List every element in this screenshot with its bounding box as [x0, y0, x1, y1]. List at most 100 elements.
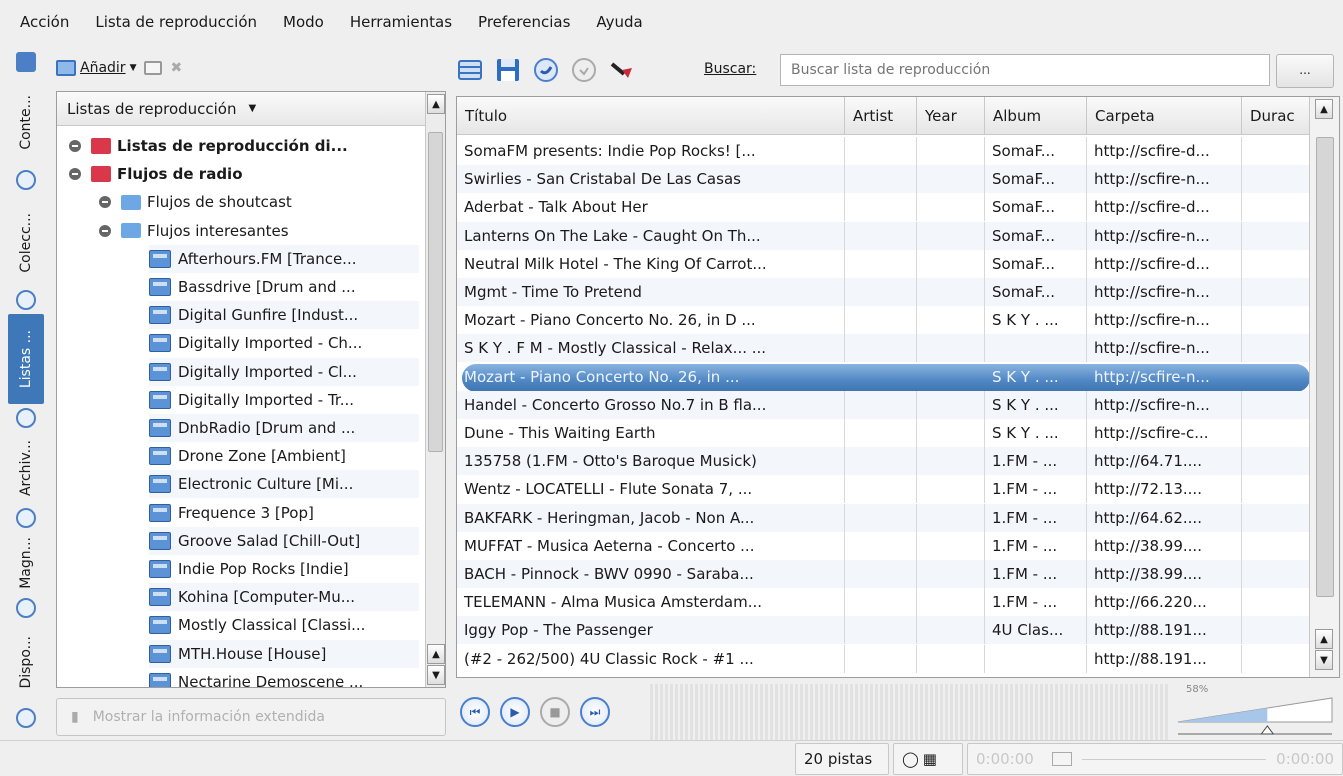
scroll-down-icon[interactable]: ▼	[427, 665, 445, 685]
add-button[interactable]: Añadir ▼	[56, 60, 136, 76]
tree-item[interactable]: Flujos de shoutcast	[99, 188, 439, 216]
delete-icon[interactable]: ✖	[170, 60, 182, 76]
tree-item[interactable]: MTH.House [House]	[149, 639, 419, 668]
search-input[interactable]	[780, 54, 1270, 86]
playlists-icon[interactable]	[16, 408, 36, 428]
expander-icon[interactable]	[99, 224, 111, 237]
table-row[interactable]: SomaFM presents: Indie Pop Rocks! [... So…	[457, 137, 1310, 165]
tree-item[interactable]: Digitally Imported - Tr...	[149, 385, 419, 414]
queue-icon[interactable]	[570, 56, 598, 84]
table-row[interactable]: Dune - This Waiting Earth S K Y . ... http…	[457, 419, 1310, 447]
expander-icon[interactable]	[69, 140, 81, 152]
previous-track-button[interactable]: ⏮	[460, 697, 490, 727]
tree-item[interactable]: Listas de reproducción di...	[69, 132, 409, 160]
table-row[interactable]: Iggy Pop - The Passenger 4U Clas... http:/…	[457, 616, 1310, 645]
tree-item[interactable]: DnbRadio [Drum and ...	[149, 414, 419, 442]
playlist-browser-header[interactable]: Listas de reproducción ▼	[57, 92, 445, 126]
scroll-up-icon[interactable]: ▲	[427, 94, 445, 114]
seek-handle[interactable]	[1051, 752, 1072, 766]
table-row[interactable]: S K Y . F M - Mostly Classical - Relax..…	[457, 334, 1310, 363]
new-folder-icon[interactable]	[144, 61, 163, 75]
position-slider[interactable]: 0:00:00 0:00:00	[967, 743, 1343, 775]
side-tab[interactable]: Magn...	[8, 530, 44, 596]
tree-item[interactable]: Flujos interesantes	[99, 217, 439, 245]
table-cell	[845, 334, 917, 363]
table-row[interactable]: Lanterns On The Lake - Caught On Th... So…	[457, 221, 1310, 250]
scroll-down-icon[interactable]: ▼	[1315, 650, 1333, 670]
tree-item[interactable]: Nectarine Demoscene ...	[149, 667, 419, 687]
show-extended-info-button[interactable]: ▮ Mostrar la información extendida	[56, 698, 446, 736]
column-header[interactable]: Carpeta	[1087, 97, 1242, 135]
tree-item[interactable]: Mostly Classical [Classi...	[149, 611, 419, 640]
table-row-selected[interactable]: Mozart - Piano Concerto No. 26, in ... S …	[457, 363, 1310, 392]
sync-icon[interactable]	[532, 56, 560, 84]
side-tab[interactable]: Colecc...	[8, 198, 44, 288]
column-header[interactable]: Título	[457, 97, 845, 135]
menu-item[interactable]: Herramientas	[350, 13, 452, 31]
play-button[interactable]: ▶	[500, 697, 530, 727]
table-row[interactable]: Mozart - Piano Concerto No. 26, in D ...…	[457, 306, 1310, 335]
tree-item[interactable]: Afterhours.FM [Trance...	[149, 244, 419, 273]
side-tab[interactable]: Conte...	[8, 78, 44, 166]
broom-clear-icon[interactable]	[608, 56, 636, 84]
repeat-random-toggle[interactable]: ◯ ▦	[893, 743, 963, 775]
table-row[interactable]: BACH - Pinnock - BWV 0990 - Saraba... 1.F…	[457, 560, 1310, 588]
tree-item[interactable]: Digitally Imported - Cl...	[149, 357, 419, 386]
menu-item[interactable]: Acción	[20, 13, 69, 31]
volume-control[interactable]: 58%	[1176, 684, 1336, 740]
column-header[interactable]: Durac	[1242, 97, 1310, 135]
menu-item[interactable]: Preferencias	[478, 13, 570, 31]
table-scrollbar[interactable]: ▲ ▲ ▼	[1309, 97, 1339, 677]
magnatune-icon[interactable]	[16, 598, 36, 618]
table-row[interactable]: Wentz - LOCATELLI - Flute Sonata 7, ... 1…	[457, 475, 1310, 504]
collection-icon[interactable]	[16, 290, 36, 310]
table-row[interactable]: TELEMANN - Alma Musica Amsterdam... 1.FM …	[457, 588, 1310, 617]
menu-item[interactable]: Modo	[283, 13, 324, 31]
search-options-button[interactable]: ...	[1276, 54, 1334, 88]
connect-icon[interactable]	[16, 52, 36, 72]
tree-item[interactable]: Groove Salad [Chill-Out]	[149, 526, 419, 555]
info-icon[interactable]	[16, 170, 36, 190]
table-row[interactable]: BAKFARK - Heringman, Jacob - Non A... 1.F…	[457, 503, 1310, 532]
next-track-button[interactable]: ⏭	[580, 697, 610, 727]
table-row[interactable]: (#2 - 262/500) 4U Classic Rock - #1 ... h…	[457, 644, 1310, 673]
volume-slider[interactable]	[1176, 684, 1336, 740]
column-header[interactable]: Year	[917, 97, 985, 135]
tree-item[interactable]: Digitally Imported - Ch...	[149, 329, 419, 358]
tree-scrollbar[interactable]: ▲ ▲ ▼	[425, 92, 445, 687]
stop-button[interactable]: ■	[540, 697, 570, 727]
save-icon[interactable]	[494, 56, 522, 84]
scroll-thumb[interactable]	[428, 132, 443, 452]
tree-item[interactable]: Frequence 3 [Pop]	[149, 498, 419, 527]
table-row[interactable]: Mgmt - Time To Pretend SomaF... http://scf…	[457, 278, 1310, 306]
tree-item[interactable]: Kohina [Computer-Mu...	[149, 583, 419, 612]
tree-item[interactable]: Flujos de radio	[69, 160, 409, 188]
table-row[interactable]: Neutral Milk Hotel - The King Of Carrot.…	[457, 249, 1310, 278]
menu-item[interactable]: Lista de reproducción	[95, 13, 257, 31]
scroll-thumb[interactable]	[1316, 137, 1334, 597]
table-row[interactable]: Aderbat - Talk About Her SomaF... http://s…	[457, 193, 1310, 222]
table-row[interactable]: 135758 (1.FM - Otto's Baroque Musick) 1.F…	[457, 447, 1310, 476]
menu-item[interactable]: Ayuda	[596, 13, 642, 31]
table-row[interactable]: Handel - Concerto Grosso No.7 in B fla..…	[457, 390, 1310, 419]
devices-icon[interactable]	[16, 708, 36, 728]
side-tab[interactable]: Archiv...	[8, 430, 44, 506]
side-tab[interactable]: Listas ...	[8, 314, 44, 404]
expander-icon[interactable]	[69, 168, 81, 181]
column-header[interactable]: Artist	[845, 97, 917, 135]
scroll-up-icon[interactable]: ▲	[1315, 629, 1333, 649]
column-header[interactable]: Album	[985, 97, 1087, 135]
tree-item[interactable]: Electronic Culture [Mi...	[149, 470, 419, 499]
table-row[interactable]: Swirlies - San Cristabal De Las Casas Som…	[457, 165, 1310, 194]
tree-item[interactable]: Bassdrive [Drum and ...	[149, 273, 419, 301]
side-tab[interactable]: Dispo...	[8, 622, 44, 702]
files-icon[interactable]	[16, 508, 36, 528]
expander-icon[interactable]	[99, 196, 111, 209]
playlist-layout-icon[interactable]	[456, 56, 484, 84]
table-row[interactable]: MUFFAT - Musica Aeterna - Concerto ... 1.…	[457, 531, 1310, 560]
scroll-up-icon[interactable]: ▲	[427, 644, 445, 664]
tree-item[interactable]: Drone Zone [Ambient]	[149, 442, 419, 471]
scroll-up-icon[interactable]: ▲	[1315, 99, 1333, 119]
tree-item[interactable]: Indie Pop Rocks [Indie]	[149, 555, 419, 583]
tree-item[interactable]: Digital Gunfire [Indust...	[149, 301, 419, 330]
